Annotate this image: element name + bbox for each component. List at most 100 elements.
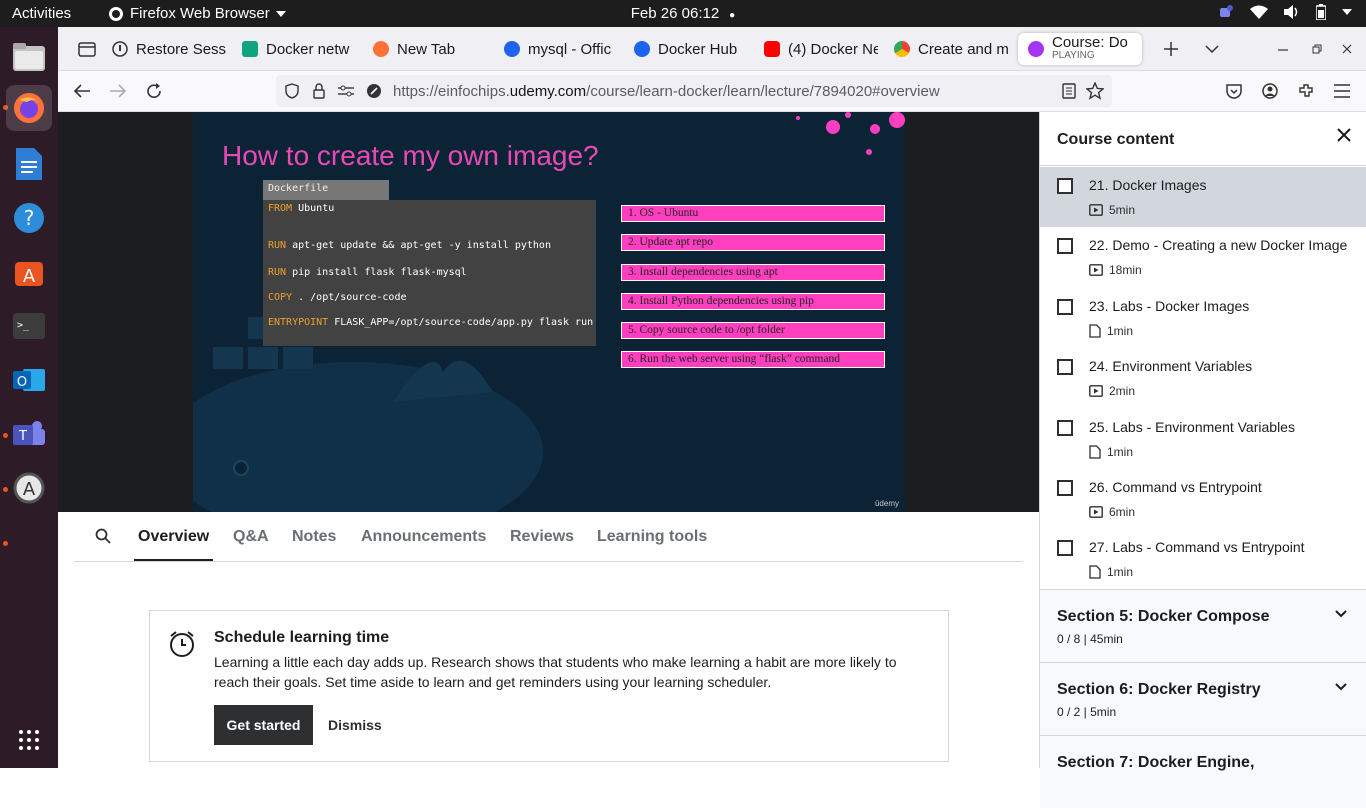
- lecture-checkbox[interactable]: [1057, 420, 1073, 436]
- section-progress: 0 / 2 | 5min: [1057, 705, 1117, 719]
- bookmark-star-icon[interactable]: [1086, 82, 1104, 100]
- reader-view-icon[interactable]: [1062, 83, 1076, 99]
- new-tab-button[interactable]: [1154, 33, 1184, 65]
- get-started-button[interactable]: Get started: [214, 705, 313, 745]
- terminal-launcher[interactable]: >_: [6, 303, 52, 349]
- browser-tab[interactable]: New Tab: [363, 33, 487, 65]
- browser-tab[interactable]: Docker Hub: [624, 33, 748, 65]
- teams-launcher[interactable]: T: [6, 411, 52, 457]
- lecture-item[interactable]: 25. Labs - Environment Variables 1min: [1040, 409, 1366, 469]
- minimize-button[interactable]: [1268, 33, 1294, 65]
- hamburger-menu-icon[interactable]: [1334, 84, 1350, 98]
- battery-icon: [1316, 4, 1326, 20]
- code-line: FROM Ubuntu: [268, 203, 334, 214]
- section-header[interactable]: Section 5: Docker Compose 0 / 8 | 45min: [1040, 589, 1366, 662]
- lecture-item[interactable]: 26. Command vs Entrypoint 6min: [1040, 469, 1366, 529]
- browser-nav-bar: https://einfochips.udemy.com/course/lear…: [58, 71, 1366, 112]
- browser-tab[interactable]: Docker netw: [232, 33, 356, 65]
- search-icon[interactable]: [95, 528, 111, 544]
- lecture-item[interactable]: 22. Demo - Creating a new Docker Image 1…: [1040, 227, 1366, 287]
- slide-step: 1. OS - Ubuntu: [621, 205, 885, 222]
- firefox-launcher[interactable]: [6, 85, 52, 131]
- forward-icon[interactable]: [110, 84, 126, 98]
- svg-text:A: A: [23, 266, 36, 287]
- browser-tab[interactable]: (4) Docker Ne: [754, 33, 878, 65]
- link-icon[interactable]: [366, 83, 382, 99]
- code-keyword: FROM: [268, 203, 293, 214]
- url-prefix: https://einfochips.: [393, 83, 510, 100]
- files-launcher[interactable]: [6, 34, 52, 80]
- permissions-icon[interactable]: [338, 84, 354, 98]
- svg-text:?: ?: [24, 206, 35, 230]
- software-launcher[interactable]: A: [6, 249, 52, 295]
- lecture-checkbox[interactable]: [1057, 238, 1073, 254]
- lock-icon[interactable]: [313, 83, 325, 99]
- lecture-checkbox[interactable]: [1057, 359, 1073, 375]
- browser-tab[interactable]: mysql - Offic: [494, 33, 618, 65]
- tracking-shield-icon[interactable]: [285, 83, 299, 99]
- system-tray[interactable]: [1218, 4, 1352, 20]
- docker-icon: [634, 41, 650, 57]
- lecture-title: 25. Labs - Environment Variables: [1089, 419, 1295, 435]
- browser-tab[interactable]: Restore Sess: [102, 33, 228, 65]
- url-bar[interactable]: https://einfochips.udemy.com/course/lear…: [276, 75, 1112, 107]
- tab-label: Docker netw: [266, 40, 350, 58]
- app-menu[interactable]: Firefox Web Browser: [108, 5, 286, 22]
- minimize-icon: [1278, 49, 1288, 51]
- schedule-description: Learning a little each day adds up. Rese…: [214, 654, 897, 690]
- tab-learning-tools[interactable]: Learning tools: [597, 528, 707, 546]
- reload-icon[interactable]: [146, 83, 162, 99]
- wifi-icon: [1250, 5, 1268, 19]
- outlook-launcher[interactable]: O: [6, 357, 52, 403]
- lecture-checkbox[interactable]: [1057, 178, 1073, 194]
- close-icon[interactable]: [1337, 128, 1351, 142]
- document-icon: [1089, 324, 1101, 338]
- tab-announcements[interactable]: Announcements: [361, 528, 486, 546]
- help-launcher[interactable]: ?: [6, 195, 52, 241]
- tab-overview-button[interactable]: [68, 33, 98, 65]
- account-icon[interactable]: [1262, 83, 1278, 99]
- video-icon: [1089, 204, 1103, 216]
- browser-tab-active[interactable]: Course: Do PLAYING: [1018, 33, 1142, 65]
- back-icon[interactable]: [74, 84, 90, 98]
- lecture-item[interactable]: 21. Docker Images 5min: [1040, 167, 1366, 227]
- section-title: Section 5: Docker Compose: [1057, 608, 1270, 625]
- video-player[interactable]: How to create my own image? Dockerfile F…: [58, 112, 1039, 512]
- clock[interactable]: Feb 26 06:12: [631, 5, 719, 22]
- dockerfile-code: FROM Ubuntu RUN apt-get update && apt-ge…: [263, 200, 596, 346]
- udemy-icon: [1028, 41, 1044, 57]
- updater-launcher[interactable]: A: [6, 465, 52, 511]
- volume-icon: [1284, 5, 1298, 19]
- app-store-icon: A: [15, 262, 43, 287]
- active-tab-indicator: [134, 559, 213, 561]
- restore-window-button[interactable]: [1302, 33, 1328, 65]
- list-all-tabs-button[interactable]: [1195, 33, 1225, 65]
- tab-overview[interactable]: Overview: [138, 528, 209, 546]
- tab-notes[interactable]: Notes: [292, 528, 336, 546]
- browser-tab[interactable]: Create and m: [884, 33, 1008, 65]
- tab-reviews[interactable]: Reviews: [510, 528, 574, 546]
- tab-label: Restore Sess: [136, 40, 227, 58]
- code-keyword: COPY: [268, 292, 293, 303]
- tab-label: New Tab: [397, 40, 456, 58]
- dismiss-button[interactable]: Dismiss: [320, 705, 390, 745]
- activities-button[interactable]: Activities: [12, 5, 71, 22]
- show-apps-button[interactable]: [6, 717, 52, 763]
- lecture-checkbox[interactable]: [1057, 480, 1073, 496]
- lecture-item[interactable]: 27. Labs - Command vs Entrypoint 1min: [1040, 529, 1366, 589]
- section-header[interactable]: Section 6: Docker Registry 0 / 2 | 5min: [1040, 662, 1366, 735]
- lecture-item[interactable]: 23. Labs - Docker Images 1min: [1040, 288, 1366, 348]
- writer-launcher[interactable]: [6, 141, 52, 187]
- video-icon: [1089, 385, 1103, 397]
- section-header[interactable]: Section 7: Docker Engine,: [1040, 735, 1366, 808]
- extensions-icon[interactable]: [1298, 83, 1314, 99]
- app-menu-label: Firefox Web Browser: [130, 5, 270, 22]
- close-icon: [1342, 44, 1352, 54]
- tab-qa[interactable]: Q&A: [233, 528, 269, 546]
- lecture-item[interactable]: 24. Environment Variables 2min: [1040, 348, 1366, 408]
- lecture-checkbox[interactable]: [1057, 540, 1073, 556]
- close-window-button[interactable]: [1332, 33, 1358, 65]
- pocket-icon[interactable]: [1226, 83, 1242, 99]
- lecture-checkbox[interactable]: [1057, 299, 1073, 315]
- course-content-sidebar: Course content 21. Docker Images 5min 22…: [1039, 112, 1366, 808]
